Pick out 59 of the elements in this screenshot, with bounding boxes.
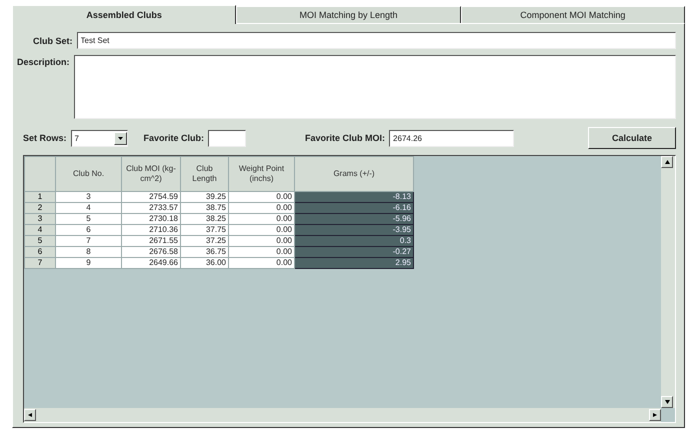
table-cell: 0.00: [228, 258, 294, 268]
column-header[interactable]: Club No.: [56, 156, 122, 192]
table-cell: 5: [56, 214, 122, 224]
dropdown-arrow-icon: [118, 136, 123, 140]
row-header[interactable]: 5: [24, 236, 56, 246]
column-header[interactable]: Weight Point (inchs): [228, 156, 294, 192]
description-field[interactable]: [74, 55, 676, 119]
horizontal-scrollbar[interactable]: [24, 408, 661, 422]
right-arrow-icon: [653, 413, 657, 417]
calculate-button[interactable]: Calculate: [588, 127, 676, 149]
row-header[interactable]: 1: [24, 192, 56, 202]
table-cell: -8.13: [294, 192, 414, 202]
table-cell: -3.95: [294, 224, 414, 236]
tab[interactable]: Component MOI Matching: [460, 6, 685, 23]
tab[interactable]: Assembled Clubs: [12, 5, 236, 24]
row-header[interactable]: 6: [24, 246, 56, 258]
row-header[interactable]: 3: [24, 214, 56, 224]
up-arrow-icon: [664, 160, 670, 164]
club-set-field[interactable]: Test Set: [76, 32, 676, 49]
table-cell: 8: [56, 246, 122, 258]
down-arrow-icon: [664, 400, 670, 404]
table-cell: -6.16: [294, 202, 414, 214]
left-arrow-icon: [28, 413, 32, 417]
field-label: Description:: [17, 57, 70, 67]
table-cell: 7: [56, 236, 122, 246]
column-header[interactable]: Club Length: [180, 156, 228, 192]
row-header[interactable]: 7: [24, 258, 56, 268]
table-cell: -5.96: [294, 214, 414, 224]
row-header[interactable]: 2: [24, 202, 56, 214]
table-cell: 0.00: [228, 236, 294, 246]
set-rows-dropdown[interactable]: 7: [70, 130, 128, 146]
table-cell: 0.00: [228, 224, 294, 236]
row-header[interactable]: 4: [24, 224, 56, 236]
field-label: Favorite Club:: [144, 133, 204, 143]
table-cell: 0.00: [228, 192, 294, 202]
field-label: Favorite Club MOI:: [305, 133, 386, 143]
favorite-moi-field[interactable]: 2674.26: [389, 130, 514, 146]
corner-cell: [24, 156, 56, 192]
table-cell: 6: [56, 224, 122, 236]
table-cell: 9: [56, 258, 122, 268]
table-cell: 0.00: [228, 214, 294, 224]
table-cell: 4: [56, 202, 122, 214]
favorite-club-field[interactable]: [208, 130, 246, 146]
scroll-down-button[interactable]: [661, 396, 673, 408]
vertical-scrollbar[interactable]: [661, 156, 675, 408]
table-cell: 3: [56, 192, 122, 202]
field-label: Club Set:: [33, 36, 72, 46]
table-cell: -0.27: [294, 246, 414, 258]
table-cell: 0.00: [228, 202, 294, 214]
scroll-right-button[interactable]: [649, 409, 661, 421]
table-cell: 0.3: [294, 236, 414, 246]
table-cell: 0.00: [228, 246, 294, 258]
scroll-up-button[interactable]: [661, 156, 673, 168]
field-label: Set Rows:: [23, 133, 67, 143]
column-header[interactable]: Club MOI (kg-cm^2): [122, 156, 180, 192]
column-header[interactable]: Grams (+/-): [294, 156, 414, 192]
scroll-left-button[interactable]: [24, 409, 36, 421]
tab[interactable]: MOI Matching by Length: [236, 6, 461, 23]
table-cell: 2.95: [294, 258, 414, 268]
